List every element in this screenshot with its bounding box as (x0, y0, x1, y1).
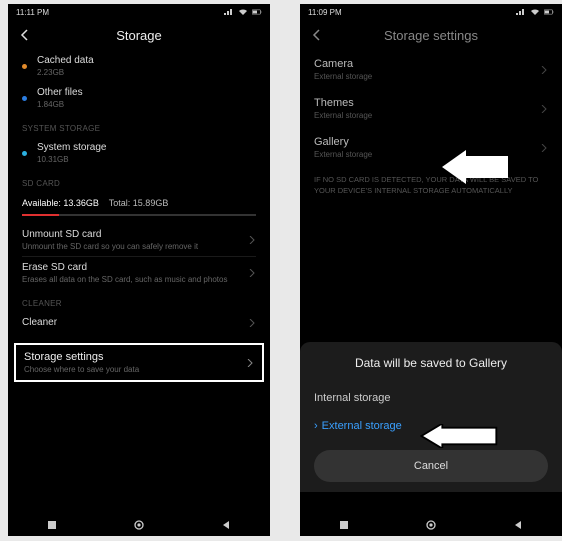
status-bar: 11:11 PM (8, 4, 270, 20)
row-other-files[interactable]: Other files 1.84GB (8, 82, 270, 114)
nav-bar (8, 514, 270, 536)
section-cleaner: CLEANER (8, 289, 270, 312)
chevron-right-icon (540, 66, 548, 74)
row-storage-settings[interactable]: Storage settings Choose where to save yo… (14, 343, 264, 382)
system-storage-value: 10.31GB (37, 155, 256, 164)
row-system-storage[interactable]: System storage 10.31GB (8, 137, 270, 169)
storage-settings-sub: Choose where to save your data (24, 365, 246, 374)
row-camera[interactable]: Camera External storage (300, 50, 562, 89)
battery-icon (252, 8, 262, 16)
other-label: Other files (37, 87, 256, 98)
status-icons (224, 8, 262, 16)
storage-settings-label: Storage settings (24, 351, 246, 363)
row-sub: External storage (314, 150, 540, 159)
page-title: Storage settings (300, 28, 562, 43)
sd-available-label: Available: (22, 198, 61, 208)
erase-label: Erase SD card (22, 262, 248, 273)
nav-recent-icon[interactable] (47, 520, 57, 530)
header: Storage (8, 20, 270, 50)
cancel-button[interactable]: Cancel (314, 450, 548, 482)
sd-total-label: Total: (109, 198, 131, 208)
other-value: 1.84GB (37, 100, 256, 109)
chevron-right-icon (248, 236, 256, 244)
row-label: Gallery (314, 136, 540, 148)
header: Storage settings (300, 20, 562, 50)
chevron-right-icon (248, 319, 256, 327)
nav-bar (300, 514, 562, 536)
row-label: Themes (314, 97, 540, 109)
wifi-icon (238, 8, 248, 16)
unmount-label: Unmount SD card (22, 229, 248, 240)
back-icon[interactable] (18, 28, 32, 42)
chevron-right-icon (248, 269, 256, 277)
nav-back-icon[interactable] (513, 520, 523, 530)
chevron-right-icon (540, 105, 548, 113)
signal-icon (224, 8, 234, 16)
row-gallery[interactable]: Gallery External storage (300, 128, 562, 167)
chevron-right-icon (540, 144, 548, 152)
back-icon[interactable] (310, 28, 324, 42)
sd-usage-bar (22, 214, 256, 216)
status-time: 11:09 PM (308, 8, 342, 17)
nav-back-icon[interactable] (221, 520, 231, 530)
sd-total-value: 15.89GB (133, 198, 169, 208)
row-label: Camera (314, 58, 540, 70)
dot-icon (22, 151, 27, 156)
sd-available-value: 13.36GB (63, 198, 99, 208)
nav-home-icon[interactable] (426, 520, 436, 530)
row-sub: External storage (314, 111, 540, 120)
signal-icon (516, 8, 526, 16)
section-sd-card: SD CARD (8, 169, 270, 192)
status-bar: 11:09 PM (300, 4, 562, 20)
dot-icon (22, 64, 27, 69)
nav-recent-icon[interactable] (339, 520, 349, 530)
option-external-storage[interactable]: External storage (314, 412, 548, 440)
wifi-icon (530, 8, 540, 16)
dot-icon (22, 96, 27, 101)
chevron-right-icon (246, 359, 254, 367)
dialog-save-location: Data will be saved to Gallery Internal s… (300, 342, 562, 492)
sd-usage-fill (22, 214, 59, 216)
row-sub: External storage (314, 72, 540, 81)
dialog-title: Data will be saved to Gallery (314, 356, 548, 370)
option-internal-storage[interactable]: Internal storage (314, 384, 548, 412)
unmount-sub: Unmount the SD card so you can safely re… (22, 242, 248, 251)
right-content: Camera External storage Themes External … (300, 50, 562, 514)
left-content: Cached data 2.23GB Other files 1.84GB SY… (8, 50, 270, 514)
phone-right-storage-settings: 11:09 PM Storage settings Camera Externa… (300, 4, 562, 536)
warning-text: IF NO SD CARD IS DETECTED, YOUR DATA WIL… (300, 167, 562, 204)
battery-icon (544, 8, 554, 16)
page-title: Storage (8, 28, 270, 43)
nav-home-icon[interactable] (134, 520, 144, 530)
system-storage-label: System storage (37, 142, 256, 153)
cached-value: 2.23GB (37, 68, 256, 77)
sd-info: Available: 13.36GB Total: 15.89GB (8, 192, 270, 210)
section-system-storage: SYSTEM STORAGE (8, 114, 270, 137)
status-time: 11:11 PM (16, 8, 49, 17)
row-cleaner[interactable]: Cleaner (8, 312, 270, 333)
erase-sub: Erases all data on the SD card, such as … (22, 275, 248, 284)
row-themes[interactable]: Themes External storage (300, 89, 562, 128)
cleaner-label: Cleaner (22, 317, 248, 328)
cached-label: Cached data (37, 55, 256, 66)
phone-left-storage: 11:11 PM Storage Cached data 2.23GB Othe… (8, 4, 270, 536)
row-cached-data[interactable]: Cached data 2.23GB (8, 50, 270, 82)
row-unmount-sd[interactable]: Unmount SD card Unmount the SD card so y… (8, 224, 270, 256)
row-erase-sd[interactable]: Erase SD card Erases all data on the SD … (8, 257, 270, 289)
status-icons (516, 8, 554, 16)
